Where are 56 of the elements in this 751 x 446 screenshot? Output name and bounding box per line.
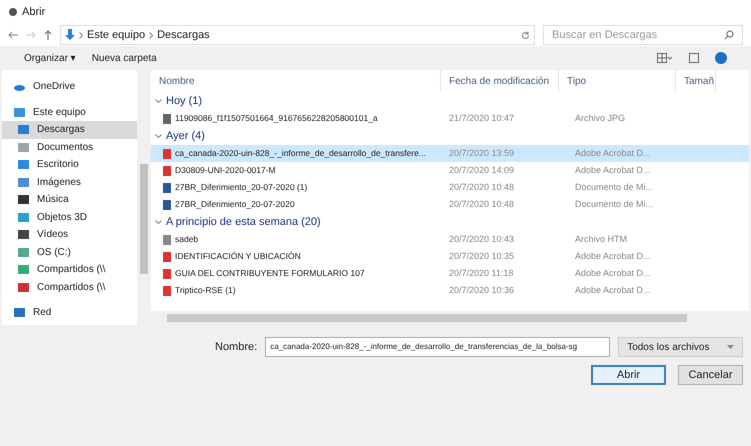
- file-row[interactable]: ca_canada-2020-uin-828_-_informe_de_desarrollo_de_transfere... 20/7/2020 13:59 Adobe Acrobat D...: [151, 145, 749, 162]
- search-icon: [724, 30, 734, 40]
- preview-pane-icon[interactable]: [689, 53, 699, 63]
- column-header[interactable]: Tamañ: [676, 70, 716, 92]
- chevron-icon[interactable]: [155, 99, 162, 103]
- chevron-icon: [149, 32, 154, 38]
- chevron-icon: [79, 32, 83, 38]
- file-row[interactable]: sadeb 20/7/2020 10:43 Archivo HTM: [151, 231, 749, 248]
- sidebar-item[interactable]: Vídeos: [2, 226, 137, 244]
- name-label: Nombre:: [215, 340, 258, 355]
- file-row[interactable]: Triptico-RSE (1) 20/7/2020 10:36 Adobe Acrobat D...: [151, 282, 749, 299]
- app-icon: [8, 7, 18, 17]
- column-header[interactable]: Fecha de modificación: [441, 70, 559, 92]
- file-row[interactable]: 27BR_Diferimiento_20-07-2020 (1) 20/7/2020 10:48 Documento de Mi...: [151, 179, 749, 196]
- address-bar[interactable]: Este equipo Descargas: [60, 25, 535, 45]
- breadcrumb[interactable]: Este equipo: [87, 26, 146, 44]
- sidebar-item[interactable]: Música: [2, 191, 137, 208]
- sidebar-item[interactable]: Objetos 3D: [2, 208, 137, 226]
- file-row[interactable]: 27BR_Diferimiento_20-07-2020 20/7/2020 10:48 Documento de Mi...: [151, 196, 749, 213]
- breadcrumb[interactable]: Descargas: [157, 26, 210, 44]
- sidebar-item[interactable]: OneDrive: [2, 78, 137, 96]
- refresh-icon[interactable]: [521, 30, 530, 40]
- group-header[interactable]: Ayer (4): [151, 127, 749, 145]
- file-name-field[interactable]: ca_canada-2020-uin-828_-_informe_de_desarrollo_de_transferencias_de_la_bolsa-sg: [265, 337, 610, 357]
- sidebar-item[interactable]: Este equipo: [2, 104, 137, 121]
- cancel-button[interactable]: Cancelar: [678, 365, 743, 385]
- sidebar-item[interactable]: Red: [2, 304, 137, 322]
- group-header[interactable]: A principio de esta semana (20): [151, 213, 749, 231]
- sidebar-item[interactable]: OS (C:): [2, 244, 137, 261]
- file-row[interactable]: 11909086_f1f1507501664_9167656228205800101_a 21/7/2020 10:47 Archivo JPG: [151, 110, 749, 127]
- view-icon[interactable]: [657, 53, 673, 63]
- chevron-icon[interactable]: [155, 134, 162, 138]
- back-icon[interactable]: [8, 31, 18, 39]
- column-header[interactable]: Tipo: [559, 70, 676, 92]
- download-icon: [65, 29, 75, 41]
- window-title: Abrir: [22, 4, 46, 20]
- file-row[interactable]: GUIA DEL CONTRIBUYENTE FORMULARIO 107 20/7/2020 11:18 Adobe Acrobat D...: [151, 265, 749, 282]
- up-icon[interactable]: [44, 30, 52, 40]
- file-row[interactable]: D30809-UNI-2020-0017-M 20/7/2020 14:09 Adobe Acrobat D...: [151, 162, 749, 179]
- organize-button[interactable]: Organizar ▾: [24, 50, 76, 66]
- open-button[interactable]: Abrir: [591, 365, 666, 385]
- file-row[interactable]: IDENTIFICACIÓN Y UBICACIÓN 20/7/2020 10:35 Adobe Acrobat D...: [151, 248, 749, 265]
- sidebar-item[interactable]: Compartidos (\\: [2, 278, 137, 296]
- file-icon: [163, 114, 171, 124]
- column-header[interactable]: Nombre: [151, 70, 441, 92]
- new-folder-button[interactable]: Nueva carpeta: [92, 50, 157, 66]
- sidebar-item[interactable]: Imágenes: [2, 174, 137, 191]
- sidebar-item[interactable]: Descargas: [2, 121, 137, 138]
- sidebar-item[interactable]: Escritorio: [2, 156, 137, 174]
- file-type-dropdown[interactable]: Todos los archivos: [618, 337, 743, 357]
- sidebar-item[interactable]: Documentos: [2, 138, 137, 156]
- sidebar-item[interactable]: Compartidos (\\: [2, 261, 137, 278]
- chevron-icon[interactable]: [155, 220, 162, 224]
- dropdown-caret-icon[interactable]: [727, 345, 734, 349]
- cloud-icon: [14, 82, 25, 92]
- group-header[interactable]: Hoy (1): [151, 92, 749, 110]
